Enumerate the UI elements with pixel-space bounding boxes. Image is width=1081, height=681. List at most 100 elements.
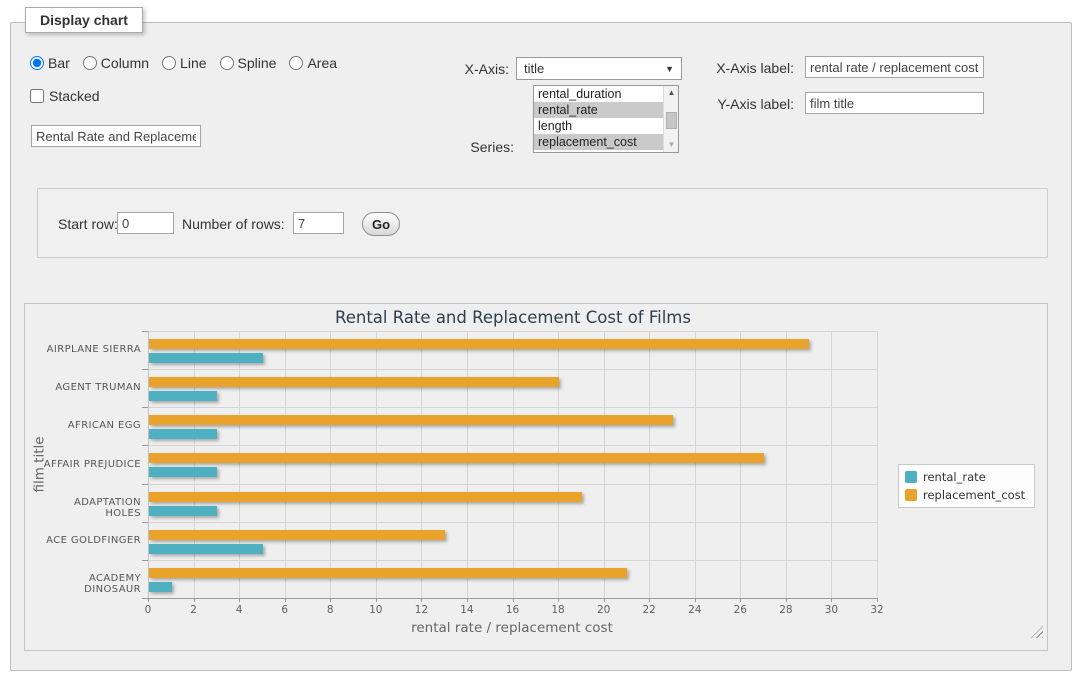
stacked-label: Stacked	[49, 88, 100, 104]
x-tick-label: 20	[589, 604, 619, 616]
y-axis-label-input[interactable]	[805, 92, 984, 114]
chart-type-radio-area[interactable]: Area	[289, 55, 337, 71]
legend-swatch-icon	[905, 489, 917, 501]
legend-item-replacement_cost[interactable]: replacement_cost	[905, 488, 1025, 502]
radio-spline[interactable]	[220, 56, 234, 70]
gridline-horizontal	[148, 407, 877, 408]
gridline-horizontal	[148, 560, 877, 561]
number-of-rows-input[interactable]	[293, 212, 344, 234]
x-axis-selected-value: title	[524, 61, 544, 76]
radio-label: Spline	[238, 55, 277, 71]
gridline-vertical	[467, 331, 468, 598]
x-tick-label: 0	[133, 604, 163, 616]
bar-rental_rate[interactable]	[149, 391, 217, 401]
x-tick-label: 12	[406, 604, 436, 616]
x-tick-label: 26	[725, 604, 755, 616]
x-axis-select[interactable]: title ▼	[516, 57, 682, 80]
x-tick-label: 2	[179, 604, 209, 616]
chart-type-radio-column[interactable]: Column	[83, 55, 149, 71]
gridline-vertical	[649, 331, 650, 598]
gridline-vertical	[330, 331, 331, 598]
stacked-checkbox-row[interactable]: Stacked	[30, 88, 100, 104]
radio-label: Column	[101, 55, 149, 71]
bar-rental_rate[interactable]	[149, 429, 217, 439]
gridline-vertical	[740, 331, 741, 598]
x-tick-label: 24	[680, 604, 710, 616]
series-scrollbar[interactable]: ▲ ▼	[663, 86, 678, 152]
gridline-horizontal	[148, 484, 877, 485]
category-label: ACE GOLDFINGER	[41, 535, 141, 546]
gridline-vertical	[831, 331, 832, 598]
x-tick-label: 14	[452, 604, 482, 616]
series-option-rental_duration[interactable]: rental_duration	[534, 86, 678, 102]
chart-type-radio-group: Bar Column Line Spline Area	[30, 55, 337, 71]
gridline-vertical	[239, 331, 240, 598]
chart-title-input[interactable]	[31, 125, 201, 147]
resize-handle[interactable]	[1031, 626, 1043, 638]
x-axis-line	[148, 598, 877, 599]
radio-column[interactable]	[83, 56, 97, 70]
x-tick-label: 6	[270, 604, 300, 616]
radio-label: Bar	[48, 55, 70, 71]
display-chart-legend: Display chart	[25, 7, 143, 33]
stacked-checkbox[interactable]	[30, 89, 44, 103]
series-option-length[interactable]: length	[534, 118, 678, 134]
bar-replacement_cost[interactable]	[149, 530, 445, 540]
x-tick-label: 8	[315, 604, 345, 616]
series-option-replacement_cost[interactable]: replacement_cost	[534, 134, 678, 150]
x-tick-label: 18	[543, 604, 573, 616]
radio-line[interactable]	[162, 56, 176, 70]
scrollbar-thumb[interactable]	[666, 112, 677, 129]
bar-rental_rate[interactable]	[149, 582, 172, 592]
category-label: AIRPLANE SIERRA	[41, 344, 141, 355]
gridline-vertical	[513, 331, 514, 598]
bar-replacement_cost[interactable]	[149, 453, 764, 463]
start-row-input[interactable]	[117, 212, 174, 234]
gridline-horizontal	[148, 369, 877, 370]
bar-replacement_cost[interactable]	[149, 568, 627, 578]
radio-bar[interactable]	[30, 56, 44, 70]
legend-label: rental_rate	[923, 470, 986, 484]
series-select-label: Series:	[430, 139, 514, 155]
number-of-rows-label: Number of rows:	[182, 216, 285, 232]
bar-rental_rate[interactable]	[149, 506, 217, 516]
x-axis-label-input[interactable]	[805, 56, 984, 78]
go-button[interactable]: Go	[362, 212, 400, 236]
chart-type-radio-bar[interactable]: Bar	[30, 55, 70, 71]
y-axis-line	[148, 331, 149, 598]
gridline-horizontal	[148, 331, 877, 332]
bar-rental_rate[interactable]	[149, 467, 217, 477]
gridline-vertical	[786, 331, 787, 598]
chart-type-radio-line[interactable]: Line	[162, 55, 206, 71]
category-label: ADAPTATION HOLES	[41, 497, 141, 519]
bar-replacement_cost[interactable]	[149, 339, 809, 349]
bar-replacement_cost[interactable]	[149, 415, 673, 425]
x-tick-label: 10	[361, 604, 391, 616]
series-multiselect[interactable]: rental_durationrental_ratelengthreplacem…	[533, 85, 679, 153]
gridline-vertical	[604, 331, 605, 598]
series-option-rental_rate[interactable]: rental_rate	[534, 102, 678, 118]
legend-item-rental_rate[interactable]: rental_rate	[905, 470, 1025, 484]
bar-replacement_cost[interactable]	[149, 492, 582, 502]
gridline-vertical	[376, 331, 377, 598]
bar-replacement_cost[interactable]	[149, 377, 559, 387]
gridline-horizontal	[148, 445, 877, 446]
chart: Rental Rate and Replacement Cost of Film…	[24, 303, 1048, 651]
chart-type-radio-spline[interactable]: Spline	[220, 55, 277, 71]
x-tick-mark	[877, 598, 878, 602]
x-tick-label: 30	[816, 604, 846, 616]
bar-rental_rate[interactable]	[149, 353, 263, 363]
scroll-up-icon[interactable]: ▲	[664, 86, 679, 100]
category-label: AGENT TRUMAN	[41, 382, 141, 393]
scroll-down-icon[interactable]: ▼	[664, 138, 679, 152]
legend-label: replacement_cost	[923, 488, 1025, 502]
radio-area[interactable]	[289, 56, 303, 70]
x-tick-label: 22	[634, 604, 664, 616]
page: Display chart Bar Column Line Spline Area St…	[0, 0, 1081, 681]
category-label: AFFAIR PREJUDICE	[41, 459, 141, 470]
x-tick-label: 28	[771, 604, 801, 616]
bar-rental_rate[interactable]	[149, 544, 263, 554]
x-axis-label-field-label: X-Axis label:	[700, 60, 794, 76]
x-axis-title: rental rate / replacement cost	[312, 620, 712, 636]
x-tick-label: 16	[498, 604, 528, 616]
